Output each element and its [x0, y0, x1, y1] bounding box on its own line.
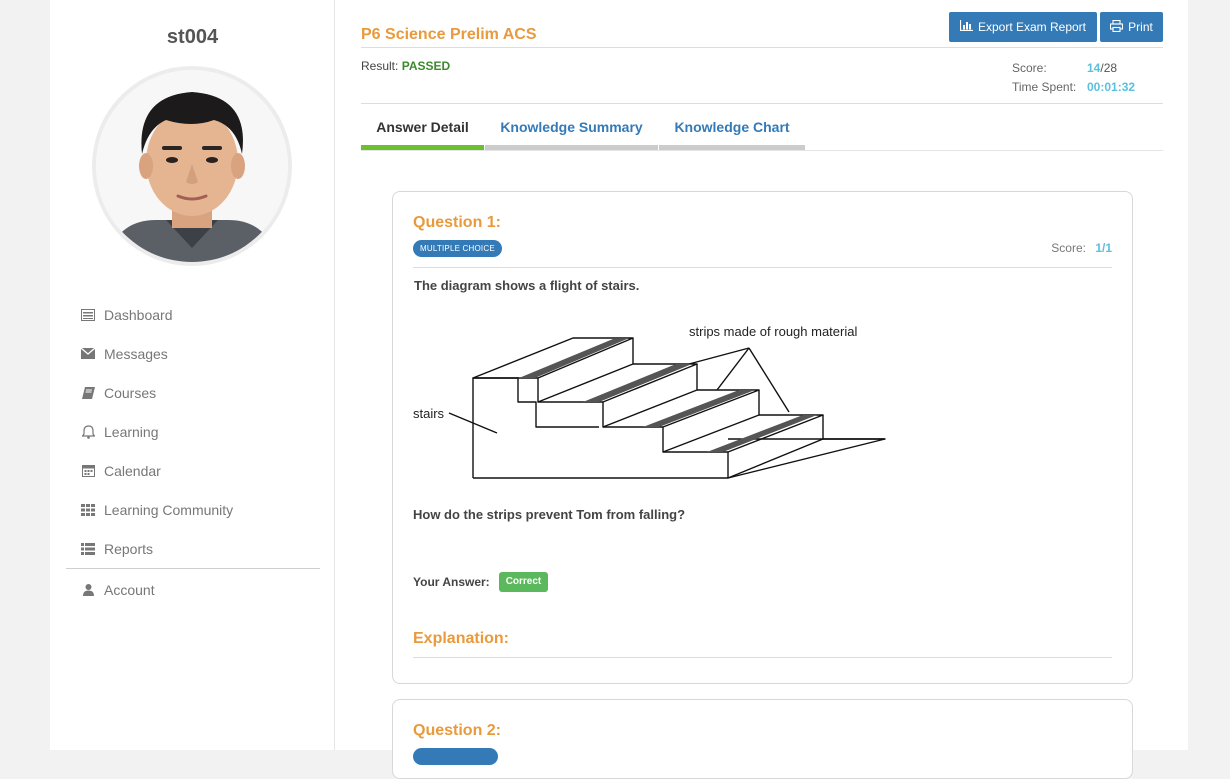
score-label: Score: — [1012, 61, 1047, 75]
sidebar-item-calendar[interactable]: Calendar — [66, 451, 320, 490]
print-button[interactable]: Print — [1100, 12, 1163, 42]
sidebar: st004 Dashboard Messages Courses Learnin… — [50, 0, 335, 750]
tab-indicator — [485, 145, 658, 150]
your-answer-label: Your Answer: — [413, 575, 490, 589]
result-label: Result: — [361, 59, 399, 73]
question-text: The diagram shows a flight of stairs. — [414, 278, 640, 293]
sidebar-item-label: Learning Community — [104, 501, 234, 518]
time-spent-value: 00:01:32 — [1087, 80, 1136, 94]
exam-title: P6 Science Prelim ACS — [361, 26, 537, 43]
calendar-icon — [80, 463, 96, 479]
header-divider — [361, 47, 1163, 48]
export-button-label: Export Exam Report — [977, 20, 1087, 34]
sidebar-item-label: Calendar — [104, 462, 161, 479]
grid-icon — [80, 502, 96, 518]
explanation-divider — [413, 657, 1112, 658]
avatar — [92, 66, 292, 266]
tab-bar: Answer Detail Knowledge Summary Knowledg… — [361, 104, 1163, 151]
print-icon — [1110, 19, 1124, 35]
question-divider — [413, 267, 1112, 268]
tab-label: Answer Detail — [376, 119, 469, 135]
sidebar-item-reports[interactable]: Reports — [66, 529, 320, 568]
book-icon — [80, 385, 96, 401]
print-button-label: Print — [1128, 20, 1153, 34]
sidebar-divider — [66, 568, 320, 569]
question-type-badge — [413, 748, 498, 765]
tab-indicator — [659, 145, 805, 150]
tab-knowledge-chart[interactable]: Knowledge Chart — [659, 104, 805, 150]
user-icon — [80, 582, 96, 598]
answer-status-badge: Correct — [498, 572, 549, 592]
result-line: Result: PASSED — [361, 59, 450, 73]
question-prompt: How do the strips prevent Tom from falli… — [413, 507, 686, 522]
question-card: Question 2: — [392, 699, 1133, 779]
question-type-badge: MULTIPLE CHOICE — [413, 240, 502, 257]
avatar-portrait — [96, 70, 288, 262]
question-title: Question 1: — [413, 214, 502, 231]
sidebar-item-learning-community[interactable]: Learning Community — [66, 490, 320, 529]
score-total: /28 — [1100, 61, 1118, 75]
bell-icon — [80, 424, 96, 440]
sidebar-nav: Dashboard Messages Courses Learning Cale… — [66, 295, 320, 609]
dashboard-icon — [80, 307, 96, 323]
question-score-value: 1/1 — [1095, 241, 1112, 255]
sidebar-item-label: Account — [104, 581, 155, 598]
sidebar-item-label: Courses — [104, 384, 157, 401]
tab-knowledge-summary[interactable]: Knowledge Summary — [485, 104, 658, 150]
username: st004 — [166, 26, 219, 48]
stairs-drawing — [448, 337, 886, 479]
envelope-icon — [80, 346, 96, 362]
export-exam-report-button[interactable]: Export Exam Report — [949, 12, 1097, 42]
tab-label: Knowledge Summary — [500, 119, 643, 135]
question-card: Question 1: MULTIPLE CHOICE Score: 1/1 T… — [392, 191, 1133, 684]
sidebar-item-label: Learning — [104, 423, 159, 440]
score-summary: Score: 14/28 Time Spent: 00:01:32 — [1012, 59, 1135, 97]
list-icon — [80, 541, 96, 557]
tab-label: Knowledge Chart — [674, 119, 790, 135]
result-status: PASSED — [401, 59, 451, 73]
question-score-label: Score: — [1051, 241, 1086, 255]
explanation-title: Explanation: — [413, 630, 510, 647]
sidebar-item-learning[interactable]: Learning — [66, 412, 320, 451]
main-content: P6 Science Prelim ACS Export Exam Report… — [361, 0, 1163, 779]
sidebar-item-courses[interactable]: Courses — [66, 373, 320, 412]
tab-answer-detail[interactable]: Answer Detail — [361, 104, 484, 150]
stairs-label: stairs — [413, 406, 445, 421]
sidebar-item-dashboard[interactable]: Dashboard — [66, 295, 320, 334]
time-spent-label: Time Spent: — [1012, 80, 1077, 94]
question-title: Question 2: — [413, 722, 502, 739]
your-answer: Your Answer: Correct — [413, 572, 549, 592]
tab-indicator — [361, 145, 484, 150]
question-score: Score: 1/1 — [1051, 241, 1112, 255]
sidebar-item-label: Messages — [104, 345, 168, 362]
sidebar-item-label: Reports — [104, 540, 154, 557]
strips-label: strips made of rough material — [689, 324, 858, 339]
app-shell: st004 Dashboard Messages Courses Learnin… — [50, 0, 1188, 779]
score-value: 14 — [1087, 61, 1101, 75]
sidebar-item-messages[interactable]: Messages — [66, 334, 320, 373]
sidebar-item-account[interactable]: Account — [66, 570, 320, 609]
sidebar-item-label: Dashboard — [104, 306, 173, 323]
stairs-diagram: strips made of rough material stairs — [413, 312, 913, 492]
bar-chart-icon — [959, 20, 973, 34]
